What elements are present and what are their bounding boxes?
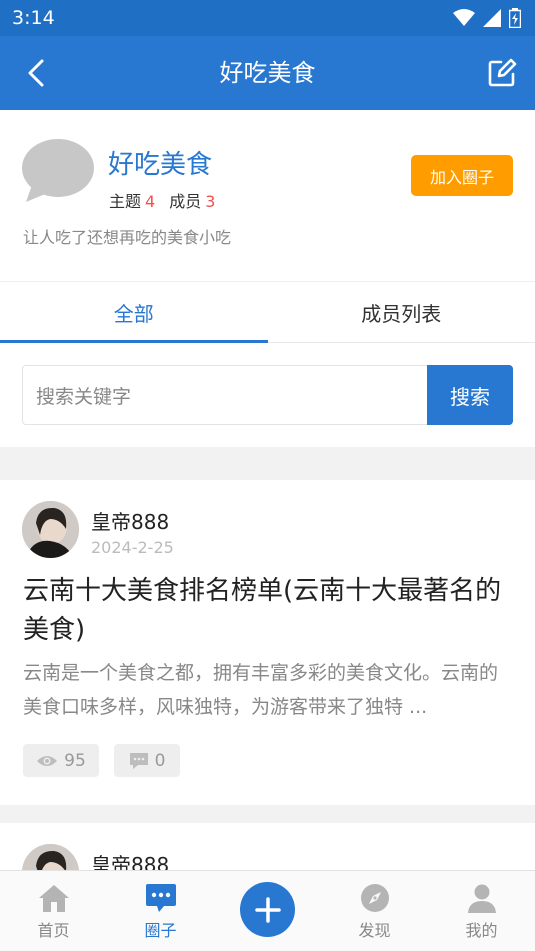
signal-icon — [483, 9, 501, 27]
app-header: 好吃美食 — [0, 36, 535, 110]
search-input[interactable]: 搜索关键字 — [22, 365, 428, 425]
plus-icon — [254, 896, 281, 923]
tab-bar: 全部 成员列表 — [0, 281, 535, 343]
edit-icon — [488, 58, 517, 87]
home-icon — [38, 885, 69, 912]
topics-count: 4 — [145, 192, 156, 211]
join-circle-button[interactable]: 加入圈子 — [411, 155, 513, 196]
nav-circle-label: 圈子 — [144, 921, 177, 940]
status-time: 3:14 — [12, 7, 55, 29]
post-author: 皇帝888 — [91, 510, 170, 534]
topics-label: 主题 — [109, 192, 142, 211]
wifi-icon — [453, 9, 475, 26]
post-date: 2024-2-25 — [91, 538, 174, 557]
post-excerpt: 云南是一个美食之都，拥有丰富多彩的美食文化。云南的美食口味多样，风味独特，为游客… — [23, 662, 499, 718]
edit-button[interactable] — [484, 55, 520, 91]
nav-discover[interactable]: 发现 — [321, 871, 428, 951]
nav-home-label: 首页 — [37, 921, 70, 940]
eye-icon — [37, 755, 58, 766]
comment-count: 0 — [154, 750, 166, 771]
avatar-image — [22, 501, 79, 558]
post-title[interactable]: 云南十大美食排名榜单(云南十大最著名的美食) — [23, 572, 513, 650]
status-icons — [453, 8, 521, 28]
members-label: 成员 — [169, 192, 202, 211]
circle-avatar-chat-bubble-icon — [22, 139, 94, 202]
page-title: 好吃美食 — [219, 59, 316, 87]
view-count-badge: 95 — [23, 744, 99, 777]
compass-icon — [360, 884, 389, 912]
members-count: 3 — [205, 192, 216, 211]
author-avatar[interactable] — [22, 501, 79, 558]
nav-mine-label: 我的 — [465, 921, 498, 940]
comment-count-badge: 0 — [114, 744, 180, 777]
circle-description: 让人吃了还想再吃的美食小吃 — [23, 228, 232, 247]
nav-home[interactable]: 首页 — [0, 871, 107, 951]
app-screen: 3:14 好吃美食 好吃美食 主题 4 成员 3 加入圈子 让人吃了还想再吃的美食小吃… — [0, 0, 535, 951]
tab-member-list[interactable]: 成员列表 — [268, 282, 535, 342]
search-button[interactable]: 搜索 — [427, 365, 513, 425]
circle-info-card: 好吃美食 主题 4 成员 3 加入圈子 让人吃了还想再吃的美食小吃 — [0, 110, 535, 281]
nav-mine[interactable]: 我的 — [428, 871, 535, 951]
circle-name: 好吃美食 — [108, 150, 213, 180]
tab-all[interactable]: 全部 — [0, 282, 268, 343]
chat-icon — [145, 884, 176, 912]
battery-icon — [509, 8, 521, 28]
nav-circle[interactable]: 圈子 — [107, 871, 214, 951]
circle-stats: 主题 4 成员 3 — [109, 188, 229, 212]
view-count: 95 — [64, 750, 86, 771]
user-icon — [467, 884, 496, 913]
new-post-button[interactable] — [240, 882, 295, 937]
nav-discover-label: 发现 — [358, 921, 391, 940]
post-card[interactable]: 皇帝888 2024-2-25 云南十大美食排名榜单(云南十大最著名的美食) 云… — [0, 480, 535, 805]
comment-icon — [129, 752, 148, 769]
search-section: 搜索关键字 搜索 — [0, 343, 535, 447]
status-bar: 3:14 — [0, 0, 535, 36]
